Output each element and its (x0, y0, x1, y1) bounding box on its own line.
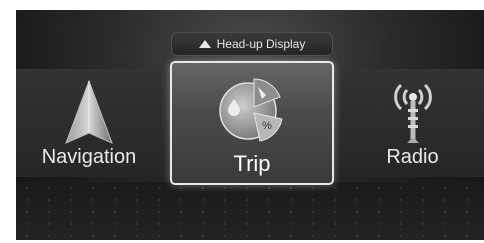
svg-text:%: % (262, 120, 272, 132)
head-up-display-label: Head-up Display (216, 37, 306, 51)
trip-pie-icon: % (219, 78, 283, 142)
menu-item-trip[interactable]: % Trip (170, 61, 334, 185)
menu-item-radio[interactable]: Radio (341, 69, 484, 177)
display-screen: Head-up Display Navigation % Trip Radio (16, 10, 484, 240)
head-up-display-button[interactable]: Head-up Display (171, 32, 333, 56)
up-triangle-icon (198, 40, 211, 48)
floor-pattern (16, 182, 484, 240)
navigation-label: Navigation (41, 146, 137, 168)
radio-label: Radio (386, 146, 439, 168)
trip-label: Trip (233, 151, 271, 176)
menu-item-navigation[interactable]: Navigation (16, 69, 162, 177)
navigation-arrow-icon (65, 79, 113, 144)
radio-antenna-icon (394, 83, 432, 143)
